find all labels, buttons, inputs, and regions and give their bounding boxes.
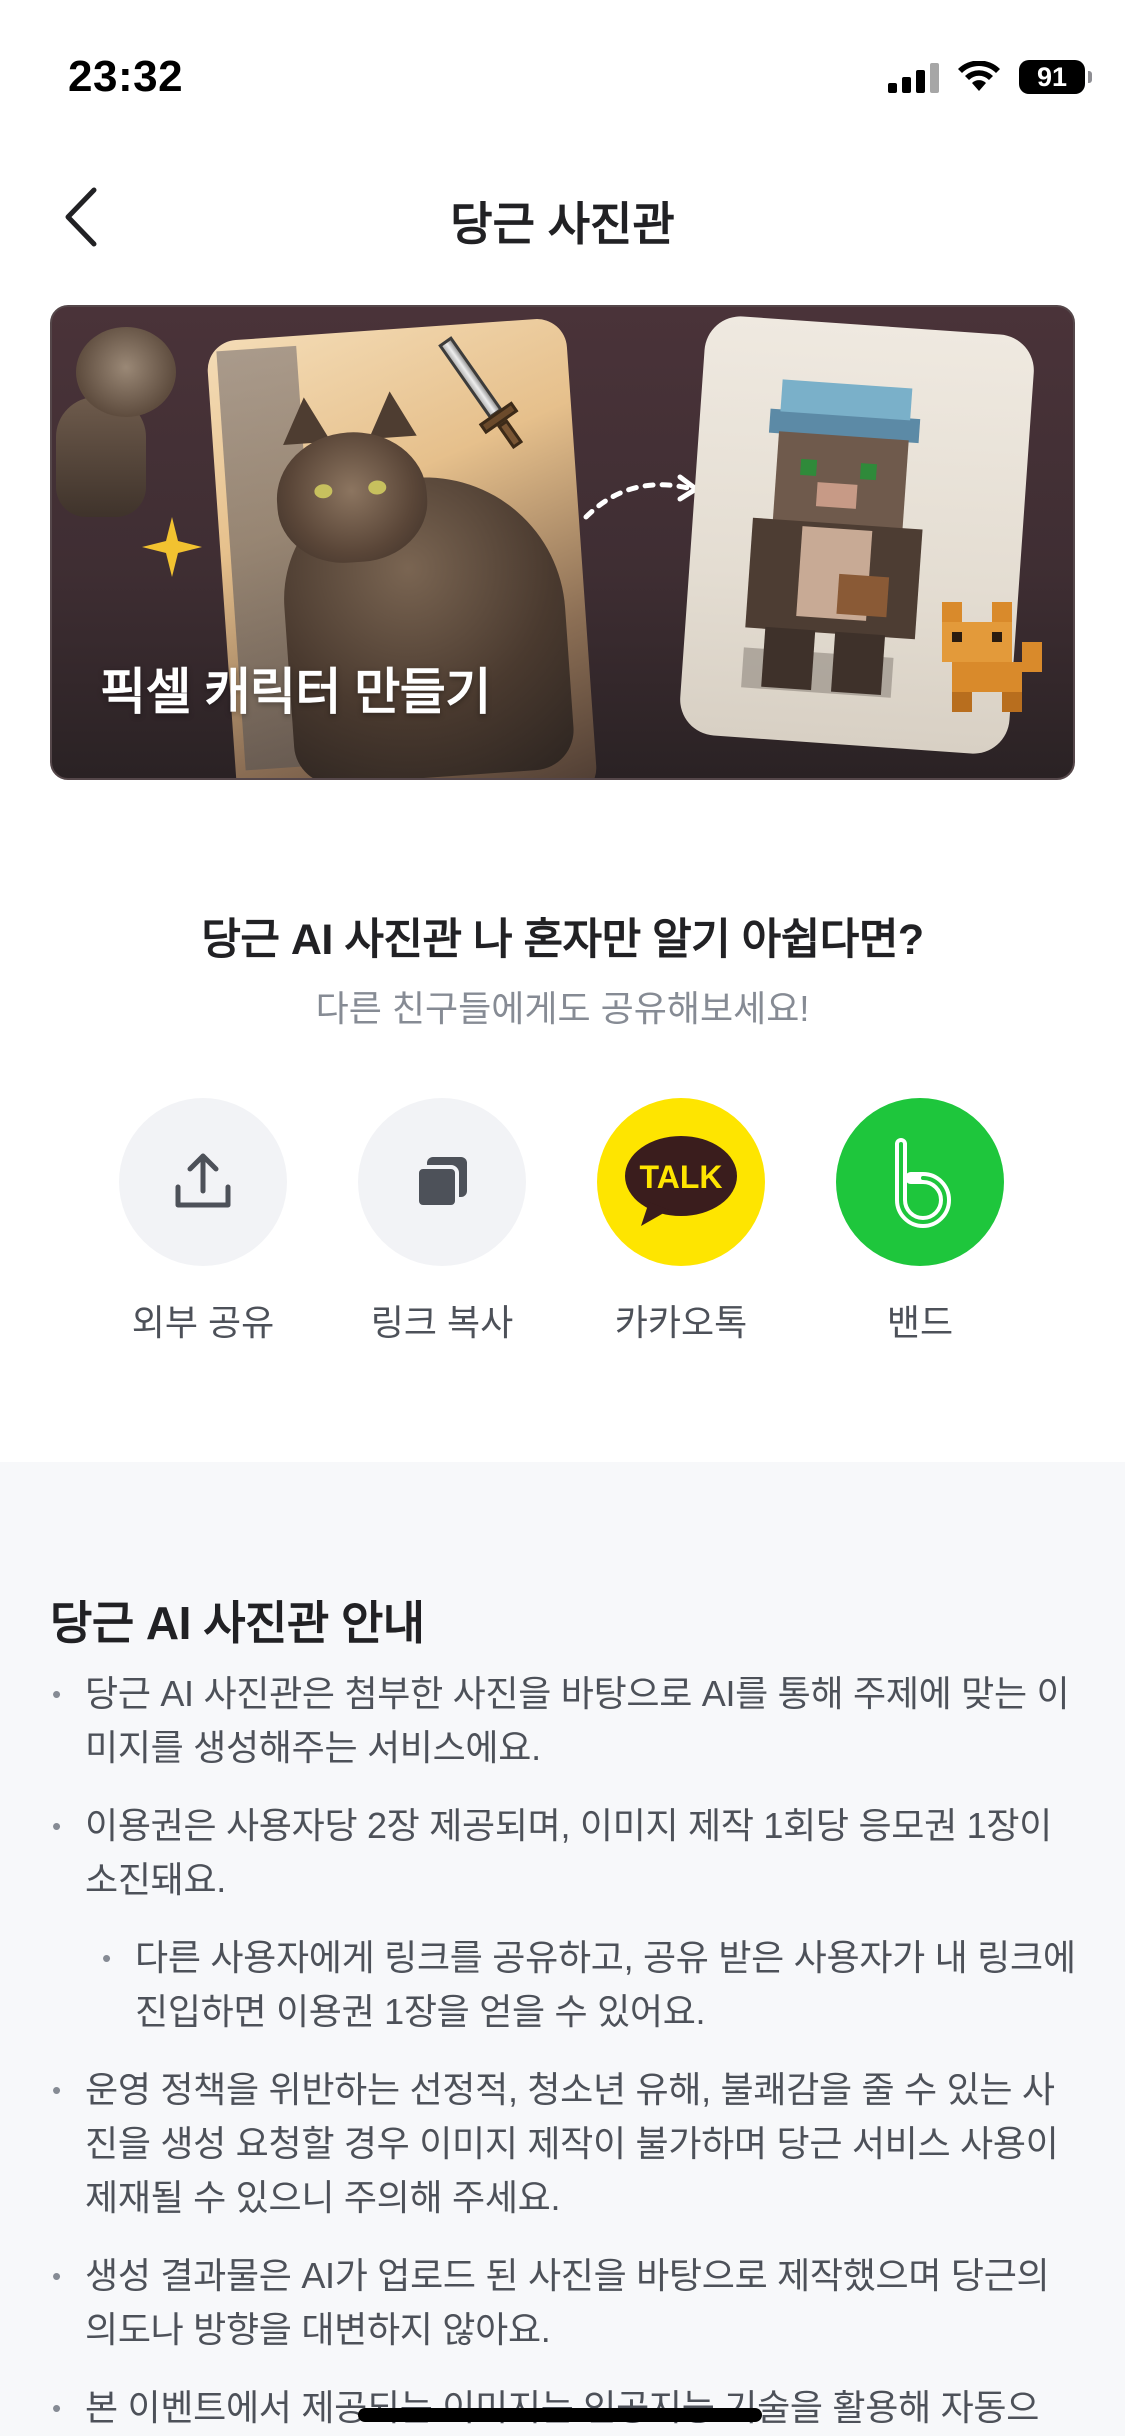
sparkle-icon [142,517,202,577]
info-item: 이용권은 사용자당 2장 제공되며, 이미지 제작 1회당 응모권 1장이 소진… [50,1799,1080,1907]
page: 23:32 91 당근 사진관 픽셀 캐릭터 만들기 당근 AI 사진관 나 혼… [0,0,1125,2436]
banner-title: 픽셀 캐릭터 만들기 [100,664,491,720]
info-title: 당근 AI 사진관 안내 [50,1597,425,1649]
home-indicator[interactable] [358,2408,762,2422]
share-label: 링크 복사 [370,1302,514,1343]
info-list: 당근 AI 사진관은 첨부한 사진을 바탕으로 AI를 통해 주제에 맞는 이미… [50,1667,1080,2436]
status-icons: 91 [888,60,1092,94]
status-time: 23:32 [68,52,184,101]
band-icon [895,1138,951,1228]
share-circle [358,1098,526,1266]
upload-icon [175,1153,231,1208]
battery-icon: 91 [1019,60,1092,94]
share-circle [119,1098,287,1266]
share-label: 외부 공유 [131,1302,275,1343]
cellular-signal-icon [888,61,939,93]
share-heading: 당근 AI 사진관 나 혼자만 알기 아쉽다면? [201,916,924,964]
info-item: 당근 AI 사진관은 첨부한 사진을 바탕으로 AI를 통해 주제에 맞는 이미… [50,1667,1080,1775]
info-item: 생성 결과물은 AI가 업로드 된 사진을 바탕으로 제작했으며 당근의 의도나… [50,2249,1080,2357]
share-label: 밴드 [886,1302,954,1343]
battery-level: 91 [1036,61,1068,92]
info-subitem: 다른 사용자에게 링크를 공유하고, 공유 받은 사용자가 내 링크에 진입하면… [50,1931,1080,2039]
pixel-orange-cat-icon [942,602,1042,712]
pixel-character-banner[interactable]: 픽셀 캐릭터 만들기 [50,305,1075,780]
copy-link-button[interactable]: 링크 복사 [342,1098,542,1346]
header: 당근 사진관 [0,160,1125,270]
svg-text:TALK: TALK [640,1159,723,1195]
page-title: 당근 사진관 [450,198,675,250]
band-share-button[interactable]: 밴드 [820,1098,1020,1346]
dashed-arrow-icon [583,474,699,520]
info-item: 운영 정책을 위반하는 선정적, 청소년 유해, 불쾌감을 줄 수 있는 사진을… [50,2063,1080,2225]
kakaotalk-icon: TALK [625,1136,737,1226]
status-bar: 23:32 91 [0,0,1125,150]
copy-icon [415,1157,467,1209]
cat-sticker-image [52,327,196,517]
info-section: 당근 AI 사진관 안내 당근 AI 사진관은 첨부한 사진을 바탕으로 AI를… [0,1462,1125,2436]
share-label: 카카오톡 [614,1302,748,1343]
share-subheading: 다른 친구들에게도 공유해보세요! [315,988,810,1029]
share-circle [836,1098,1004,1266]
kakaotalk-share-button[interactable]: TALK 카카오톡 [581,1098,781,1346]
share-external-button[interactable]: 외부 공유 [103,1098,303,1346]
wifi-icon [957,61,1001,93]
share-circle: TALK [597,1098,765,1266]
